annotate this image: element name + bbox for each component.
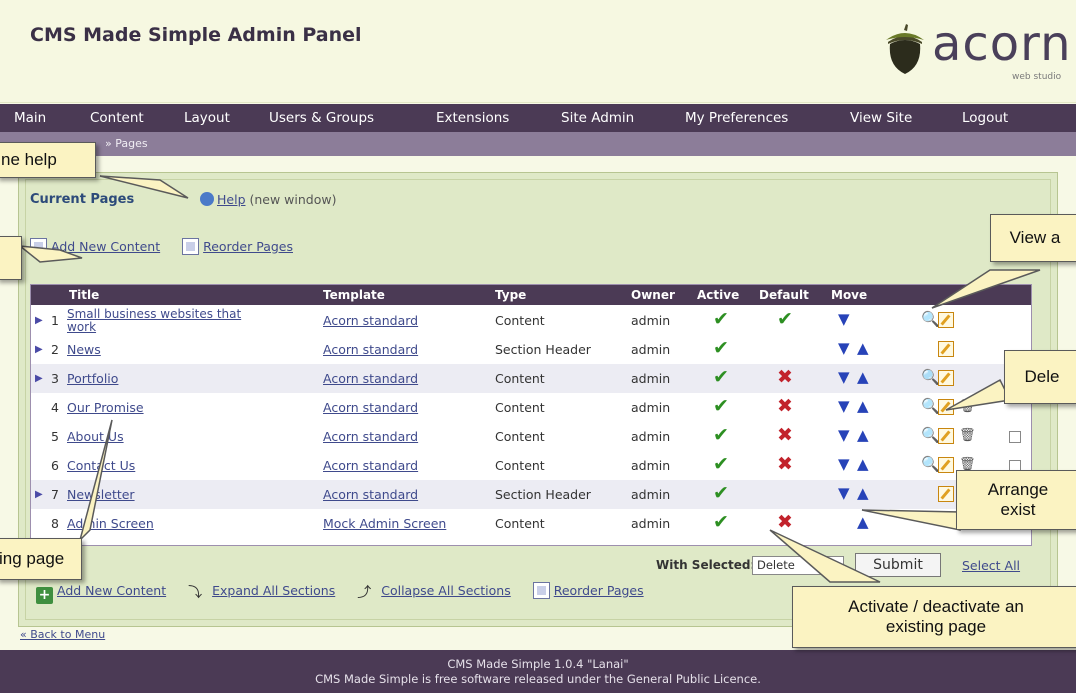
callout-arrange-line1: Arrange [987,480,1049,499]
callout-activate: Activate / deactivate an existing page [792,586,1076,648]
callout-add [0,236,22,280]
callout-help: ne help [0,142,96,178]
callout-arrange-line2: exist [1000,500,1036,519]
callout-activate-line1: Activate / deactivate an [848,597,1024,616]
callout-delete: Dele [1004,350,1076,404]
callout-arrange: Arrange exist [956,470,1076,530]
callout-editing: ing page [0,538,82,580]
callout-activate-line2: existing page [885,617,987,636]
callout-view: View a [990,214,1076,262]
